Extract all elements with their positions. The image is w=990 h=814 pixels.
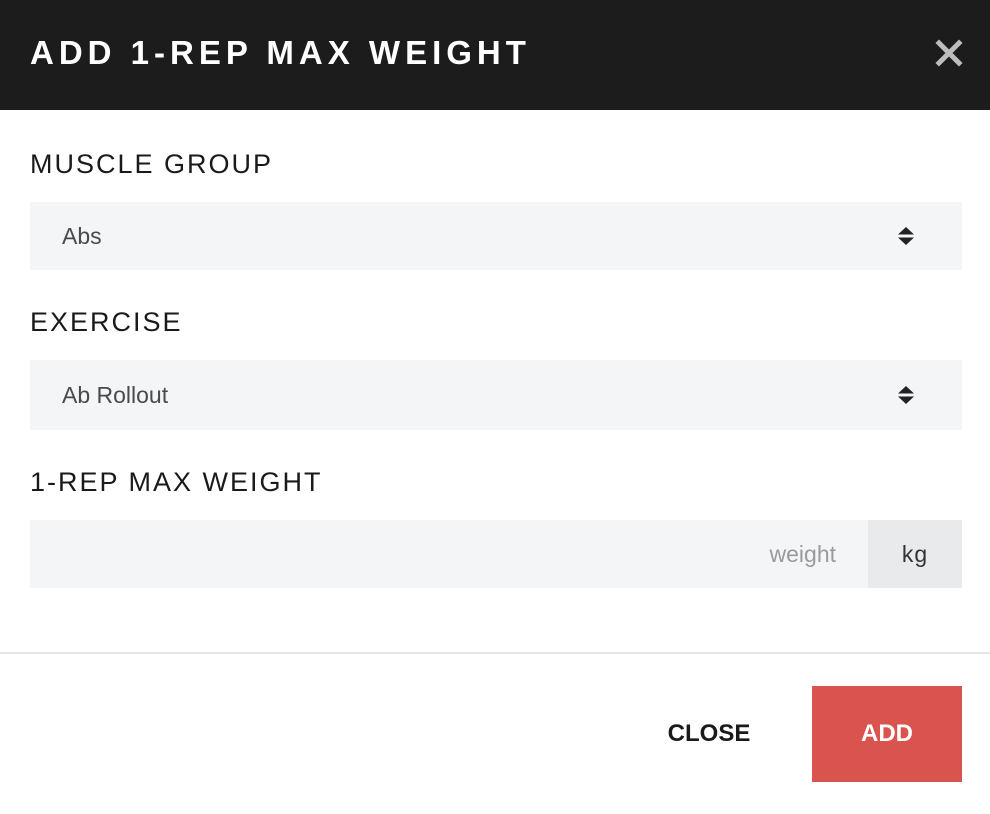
muscle-group-select[interactable]: Abs — [30, 202, 962, 270]
add-button[interactable]: ADD — [812, 686, 962, 782]
close-icon[interactable] — [934, 38, 964, 68]
sort-arrows-icon — [896, 224, 916, 248]
sort-arrows-icon — [896, 383, 916, 407]
dialog-title: ADD 1-REP MAX WEIGHT — [30, 34, 531, 71]
weight-label: 1-REP MAX WEIGHT — [30, 467, 323, 497]
exercise-select[interactable]: Ab Rollout — [30, 360, 962, 430]
dialog-header: ADD 1-REP MAX WEIGHT — [0, 0, 990, 110]
exercise-label: EXERCISE — [30, 307, 183, 337]
muscle-group-value: Abs — [62, 223, 102, 249]
close-button[interactable]: CLOSE — [642, 686, 776, 782]
add-max-weight-dialog: ADD 1-REP MAX WEIGHT MUSCLE GROUP Abs EX… — [0, 0, 990, 814]
weight-input-group: kg — [30, 520, 962, 588]
exercise-value: Ab Rollout — [62, 382, 169, 408]
muscle-group-label: MUSCLE GROUP — [30, 149, 274, 179]
footer-divider — [0, 652, 990, 654]
weight-input[interactable] — [30, 520, 868, 588]
weight-unit: kg — [868, 520, 962, 588]
